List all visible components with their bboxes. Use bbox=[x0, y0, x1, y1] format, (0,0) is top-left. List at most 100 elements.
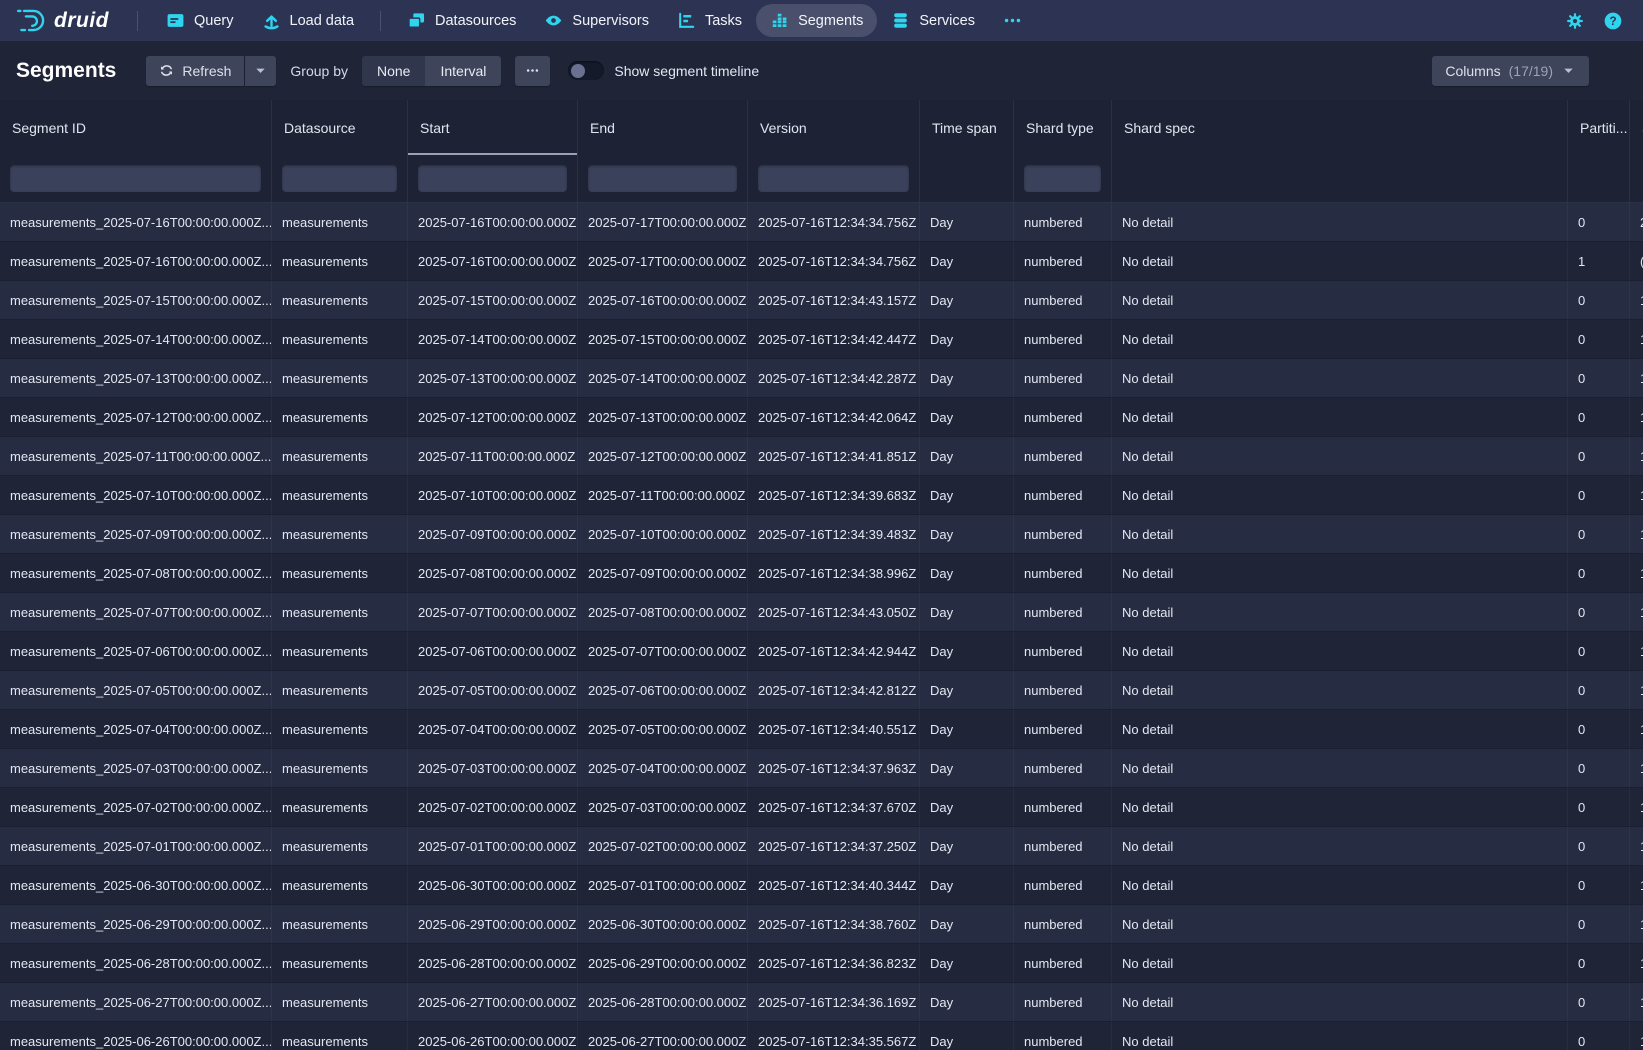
cell-partiti: 0 bbox=[1568, 398, 1630, 436]
cell-shard-type: numbered bbox=[1014, 398, 1112, 436]
help-icon[interactable] bbox=[1603, 11, 1623, 31]
console-icon bbox=[166, 11, 185, 30]
column-header-time-span[interactable]: Time span bbox=[920, 100, 1014, 155]
cell-version: 2025-07-16T12:34:36.169Z bbox=[748, 983, 920, 1021]
columns-button[interactable]: Columns (17/19) bbox=[1432, 56, 1589, 86]
cell-end: 2025-07-13T00:00:00.000Z bbox=[578, 398, 748, 436]
nav-item-services[interactable]: Services bbox=[877, 4, 989, 37]
cell-shard-type: numbered bbox=[1014, 866, 1112, 904]
cell-end: 2025-06-27T00:00:00.000Z bbox=[578, 1022, 748, 1050]
column-header-size[interactable]: Size bbox=[1630, 100, 1643, 155]
nav-item-label: Query bbox=[194, 13, 234, 29]
cell-shard-spec: No detail bbox=[1112, 398, 1568, 436]
cell-time-span: Day bbox=[920, 827, 1014, 865]
druid-console: druid Query Load data Datasources Superviso… bbox=[0, 0, 1643, 1050]
cell-time-span: Day bbox=[920, 944, 1014, 982]
nav-item-supervisors[interactable]: Supervisors bbox=[530, 4, 663, 37]
cell-size: 1 bbox=[1630, 515, 1643, 553]
brand[interactable]: druid bbox=[14, 6, 123, 35]
cell-version: 2025-07-16T12:34:39.483Z bbox=[748, 515, 920, 553]
filter-input-datasource[interactable] bbox=[282, 165, 397, 192]
nav-item-label: Supervisors bbox=[572, 13, 649, 29]
toggle-knob bbox=[571, 64, 585, 78]
cell-time-span: Day bbox=[920, 905, 1014, 943]
table-header-row: Segment IDDatasourceStartEndVersionTime … bbox=[0, 100, 1643, 155]
cell-partiti: 0 bbox=[1568, 515, 1630, 553]
table-row: measurements_2025-07-05T00:00:00.000Z...… bbox=[0, 671, 1643, 710]
more-actions-button[interactable] bbox=[515, 56, 550, 86]
cell-segment-id: measurements_2025-07-02T00:00:00.000Z... bbox=[0, 788, 272, 826]
filter-input-shard-type[interactable] bbox=[1024, 165, 1101, 192]
cell-shard-type: numbered bbox=[1014, 242, 1112, 280]
refresh-button[interactable]: Refresh bbox=[146, 56, 244, 86]
column-header-segment-id[interactable]: Segment ID bbox=[0, 100, 272, 155]
cell-version: 2025-07-16T12:34:42.447Z bbox=[748, 320, 920, 358]
cell-shard-spec: No detail bbox=[1112, 476, 1568, 514]
cell-shard-type: numbered bbox=[1014, 515, 1112, 553]
nav-item-tasks[interactable]: Tasks bbox=[663, 4, 756, 37]
nav-item-segments[interactable]: Segments bbox=[756, 4, 877, 37]
group-by-none-button[interactable]: None bbox=[362, 56, 425, 86]
table-row: measurements_2025-06-29T00:00:00.000Z...… bbox=[0, 905, 1643, 944]
cell-shard-spec: No detail bbox=[1112, 437, 1568, 475]
cell-shard-spec: No detail bbox=[1112, 671, 1568, 709]
nav-item-query[interactable]: Query bbox=[152, 4, 248, 37]
group-by-label: Group by bbox=[290, 63, 348, 79]
page-title: Segments bbox=[16, 59, 116, 83]
datasources-icon bbox=[407, 11, 426, 30]
table-filter-row bbox=[0, 155, 1643, 203]
cell-shard-spec: No detail bbox=[1112, 593, 1568, 631]
column-header-end[interactable]: End bbox=[578, 100, 748, 155]
cell-shard-spec: No detail bbox=[1112, 1022, 1568, 1050]
filter-input-end[interactable] bbox=[588, 165, 737, 192]
cell-shard-spec: No detail bbox=[1112, 788, 1568, 826]
cell-start: 2025-07-05T00:00:00.000Z bbox=[408, 671, 578, 709]
show-timeline-toggle[interactable] bbox=[568, 61, 604, 80]
database-icon bbox=[891, 11, 910, 30]
table-row: measurements_2025-07-16T00:00:00.000Z...… bbox=[0, 203, 1643, 242]
cell-end: 2025-07-05T00:00:00.000Z bbox=[578, 710, 748, 748]
cell-size: 1 bbox=[1630, 359, 1643, 397]
cell-time-span: Day bbox=[920, 788, 1014, 826]
column-header-partiti[interactable]: Partiti... bbox=[1568, 100, 1630, 155]
filter-input-segment-id[interactable] bbox=[10, 165, 261, 192]
cell-version: 2025-07-16T12:34:43.157Z bbox=[748, 281, 920, 319]
settings-gear-icon[interactable] bbox=[1565, 11, 1585, 31]
filter-input-version[interactable] bbox=[758, 165, 909, 192]
cell-datasource: measurements bbox=[272, 866, 408, 904]
cell-size: 1 bbox=[1630, 437, 1643, 475]
nav-item-more[interactable] bbox=[989, 4, 1036, 37]
cell-shard-spec: No detail bbox=[1112, 320, 1568, 358]
cell-segment-id: measurements_2025-07-03T00:00:00.000Z... bbox=[0, 749, 272, 787]
cell-datasource: measurements bbox=[272, 281, 408, 319]
table-row: measurements_2025-06-27T00:00:00.000Z...… bbox=[0, 983, 1643, 1022]
refresh-interval-dropdown[interactable] bbox=[245, 56, 276, 86]
column-header-datasource[interactable]: Datasource bbox=[272, 100, 408, 155]
column-header-version[interactable]: Version bbox=[748, 100, 920, 155]
group-by-interval-button[interactable]: Interval bbox=[425, 56, 501, 86]
cell-end: 2025-07-08T00:00:00.000Z bbox=[578, 593, 748, 631]
cell-segment-id: measurements_2025-07-05T00:00:00.000Z... bbox=[0, 671, 272, 709]
table-row: measurements_2025-07-06T00:00:00.000Z...… bbox=[0, 632, 1643, 671]
cell-partiti: 1 bbox=[1568, 242, 1630, 280]
cell-datasource: measurements bbox=[272, 398, 408, 436]
cell-version: 2025-07-16T12:34:34.756Z bbox=[748, 242, 920, 280]
nav-item-datasources[interactable]: Datasources bbox=[393, 4, 530, 37]
cell-end: 2025-07-17T00:00:00.000Z bbox=[578, 242, 748, 280]
cell-shard-spec: No detail bbox=[1112, 554, 1568, 592]
cell-version: 2025-07-16T12:34:42.064Z bbox=[748, 398, 920, 436]
nav-item-label: Tasks bbox=[705, 13, 742, 29]
cell-segment-id: measurements_2025-07-16T00:00:00.000Z... bbox=[0, 242, 272, 280]
nav-item-load-data[interactable]: Load data bbox=[248, 4, 369, 37]
filter-cell bbox=[1014, 155, 1112, 202]
cell-end: 2025-07-02T00:00:00.000Z bbox=[578, 827, 748, 865]
cell-end: 2025-07-04T00:00:00.000Z bbox=[578, 749, 748, 787]
filter-input-start[interactable] bbox=[418, 165, 567, 192]
cell-shard-spec: No detail bbox=[1112, 281, 1568, 319]
cell-partiti: 0 bbox=[1568, 359, 1630, 397]
cell-start: 2025-06-29T00:00:00.000Z bbox=[408, 905, 578, 943]
column-header-start[interactable]: Start bbox=[408, 100, 578, 155]
column-header-shard-type[interactable]: Shard type bbox=[1014, 100, 1112, 155]
cell-datasource: measurements bbox=[272, 749, 408, 787]
column-header-shard-spec[interactable]: Shard spec bbox=[1112, 100, 1568, 155]
